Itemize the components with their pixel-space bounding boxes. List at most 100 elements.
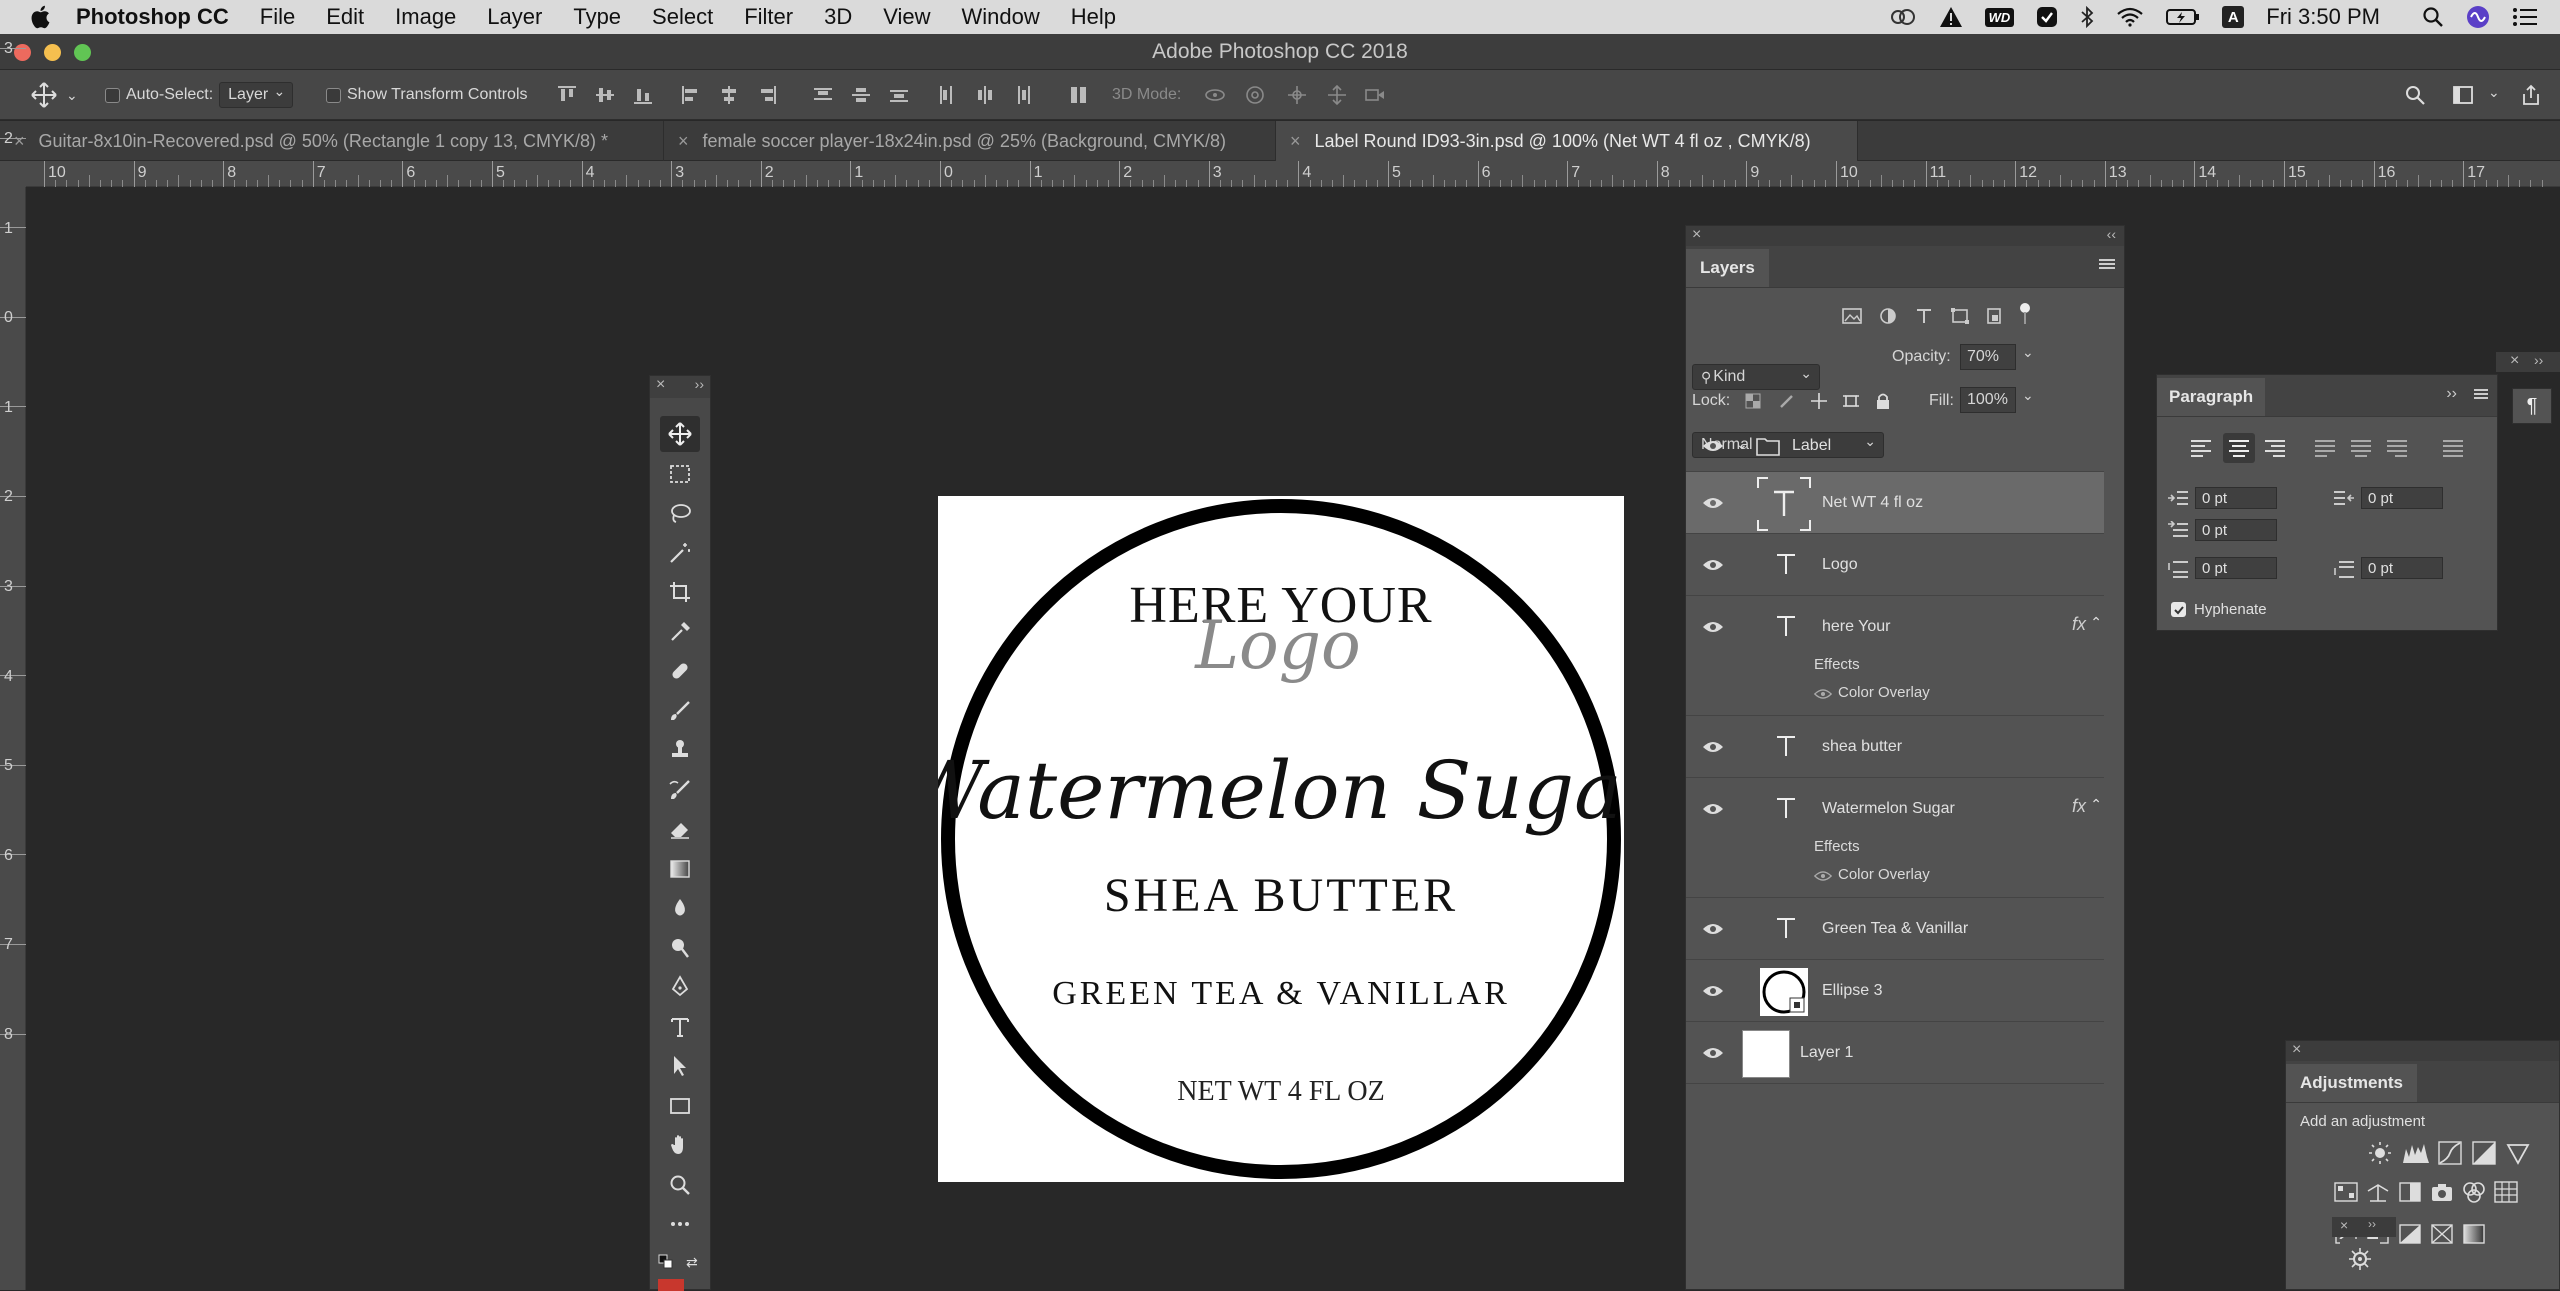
search-icon[interactable] bbox=[2404, 84, 2426, 106]
vertical-ruler[interactable]: 3 2 1 0 1 2 3 4 5 6 7 8 bbox=[0, 40, 26, 1290]
align-text-right-icon[interactable] bbox=[2263, 437, 2287, 459]
close-panel-icon[interactable]: × bbox=[2510, 352, 2519, 370]
close-panel-icon[interactable]: × bbox=[2292, 1041, 2301, 1059]
magic-wand-tool[interactable] bbox=[660, 535, 700, 571]
align-hcenter-icon[interactable] bbox=[718, 84, 740, 106]
tab-adjustments[interactable]: Adjustments bbox=[2286, 1064, 2417, 1102]
lasso-tool[interactable] bbox=[660, 495, 700, 531]
distribute-hcenter-icon[interactable] bbox=[974, 84, 996, 106]
layer-filter-dropdown[interactable]: ⚲ Kind bbox=[1692, 364, 1820, 390]
effect-visibility-eye-icon[interactable] bbox=[1814, 688, 1832, 700]
opacity-chevron-icon[interactable]: ⌄ bbox=[2022, 344, 2034, 361]
lock-transparent-icon[interactable] bbox=[1744, 392, 1762, 410]
align-top-icon[interactable] bbox=[556, 84, 578, 106]
default-colors-icon[interactable] bbox=[658, 1254, 674, 1270]
fill-input[interactable]: 100% bbox=[1960, 387, 2016, 413]
eraser-tool[interactable] bbox=[660, 811, 700, 847]
ruler-origin[interactable] bbox=[0, 161, 26, 187]
lock-position-icon[interactable] bbox=[1810, 392, 1828, 410]
menu-file[interactable]: File bbox=[260, 4, 295, 30]
3d-pan-icon[interactable] bbox=[1286, 84, 1308, 106]
collapse-panel-icon[interactable]: ‹‹ bbox=[2107, 226, 2116, 242]
share-icon[interactable] bbox=[2520, 84, 2542, 106]
siri-icon[interactable] bbox=[2466, 5, 2490, 29]
threshold-icon[interactable] bbox=[2398, 1223, 2422, 1245]
filter-smart-object-icon[interactable] bbox=[1984, 307, 2004, 325]
3d-orbit-icon[interactable] bbox=[1204, 84, 1226, 106]
document-canvas[interactable]: HERE YOUR Logo Watermelon Sugar SHEA BUT… bbox=[938, 496, 1624, 1182]
visibility-eye-icon[interactable] bbox=[1702, 439, 1724, 453]
workspace-chevron-icon[interactable]: ⌄ bbox=[2488, 84, 2500, 101]
indent-right-input[interactable]: 0 pt bbox=[2361, 487, 2443, 509]
distribute-right-icon[interactable] bbox=[1012, 84, 1034, 106]
hyphenate-checkbox[interactable] bbox=[2171, 602, 2186, 617]
align-text-center-button[interactable] bbox=[2223, 433, 2255, 463]
close-tab-icon[interactable]: × bbox=[14, 131, 25, 152]
bluetooth-icon[interactable] bbox=[2080, 6, 2094, 28]
tab-label-round-document[interactable]: × Label Round ID93-3in.psd @ 100% (Net W… bbox=[1276, 121, 1858, 161]
layer-effects-badge[interactable]: fx bbox=[2072, 614, 2086, 635]
photo-filter-icon[interactable] bbox=[2430, 1181, 2454, 1203]
effect-visibility-eye-icon[interactable] bbox=[1814, 870, 1832, 882]
align-right-icon[interactable] bbox=[756, 84, 778, 106]
move-tool-preset-picker[interactable]: ⌄ bbox=[30, 70, 78, 120]
layer-shea-butter[interactable]: shea butter bbox=[1686, 716, 2104, 778]
filter-adjustment-icon[interactable] bbox=[1878, 307, 1898, 325]
color-balance-icon[interactable] bbox=[2366, 1181, 2390, 1203]
opacity-input[interactable]: 70% bbox=[1960, 344, 2016, 370]
brush-tool[interactable] bbox=[660, 693, 700, 729]
tab-layers[interactable]: Layers bbox=[1686, 249, 1769, 287]
menu-app-name[interactable]: Photoshop CC bbox=[76, 4, 229, 30]
visibility-eye-icon[interactable] bbox=[1702, 620, 1724, 634]
curves-icon[interactable] bbox=[2438, 1141, 2462, 1165]
menu-image[interactable]: Image bbox=[395, 4, 456, 30]
tab-paragraph[interactable]: Paragraph bbox=[2157, 378, 2266, 416]
layer-green-tea[interactable]: Green Tea & Vanillar bbox=[1686, 898, 2104, 960]
visibility-eye-icon[interactable] bbox=[1702, 922, 1724, 936]
menu-select[interactable]: Select bbox=[652, 4, 713, 30]
expand-panel-icon[interactable]: ›› bbox=[695, 376, 704, 392]
move-tool[interactable] bbox=[660, 416, 700, 452]
visibility-eye-icon[interactable] bbox=[1702, 496, 1724, 510]
color-lookup-icon[interactable] bbox=[2494, 1181, 2518, 1203]
justify-last-center-icon[interactable] bbox=[2349, 437, 2373, 459]
menu-window[interactable]: Window bbox=[962, 4, 1040, 30]
battery-icon[interactable] bbox=[2166, 7, 2200, 27]
align-left-icon[interactable] bbox=[680, 84, 702, 106]
panel-menu-icon[interactable] bbox=[2473, 387, 2489, 401]
justify-last-left-icon[interactable] bbox=[2313, 437, 2337, 459]
menu-filter[interactable]: Filter bbox=[744, 4, 793, 30]
layer-logo[interactable]: Logo bbox=[1686, 534, 2104, 596]
dodge-tool[interactable] bbox=[660, 930, 700, 966]
auto-align-icon[interactable] bbox=[1068, 84, 1090, 106]
filter-toggle[interactable] bbox=[2019, 302, 2031, 326]
align-text-left-icon[interactable] bbox=[2189, 437, 2213, 459]
gradient-map-icon[interactable] bbox=[2462, 1223, 2486, 1245]
tab-soccer-document[interactable]: × female soccer player-18x24in.psd @ 25%… bbox=[664, 121, 1276, 161]
horizontal-ruler[interactable]: 10 9 8 7 6 5 4 3 2 1 0 1 2 3 4 5 6 7 8 9 10 11 12 13 14 15 16 17 bbox=[26, 161, 2560, 187]
space-before-input[interactable]: 0 pt bbox=[2195, 557, 2277, 579]
blur-tool[interactable] bbox=[660, 890, 700, 926]
zoom-tool[interactable] bbox=[660, 1167, 700, 1203]
menu-edit[interactable]: Edit bbox=[326, 4, 364, 30]
lock-artboard-icon[interactable] bbox=[1842, 392, 1860, 410]
hue-saturation-icon[interactable] bbox=[2334, 1181, 2358, 1203]
distribute-top-icon[interactable] bbox=[812, 84, 834, 106]
lock-all-icon[interactable] bbox=[1874, 392, 1892, 410]
filter-pixel-icon[interactable] bbox=[1842, 307, 1862, 325]
channel-mixer-icon[interactable] bbox=[2462, 1181, 2486, 1203]
chevron-up-icon[interactable]: ⌃ bbox=[2090, 796, 2102, 813]
indent-left-input[interactable]: 0 pt bbox=[2195, 487, 2277, 509]
align-bottom-icon[interactable] bbox=[632, 84, 654, 106]
eyedropper-tool[interactable] bbox=[660, 614, 700, 650]
distribute-bottom-icon[interactable] bbox=[888, 84, 910, 106]
auto-select-checkbox[interactable] bbox=[105, 87, 120, 103]
apple-icon[interactable] bbox=[30, 5, 50, 29]
close-tab-icon[interactable]: × bbox=[1290, 131, 1301, 152]
3d-roll-icon[interactable] bbox=[1244, 84, 1266, 106]
rectangle-tool[interactable] bbox=[660, 1088, 700, 1124]
menu-help[interactable]: Help bbox=[1071, 4, 1116, 30]
gradient-tool[interactable] bbox=[660, 851, 700, 887]
workspace-icon[interactable] bbox=[2452, 84, 2474, 106]
menubar-clock[interactable]: Fri 3:50 PM bbox=[2266, 4, 2380, 30]
